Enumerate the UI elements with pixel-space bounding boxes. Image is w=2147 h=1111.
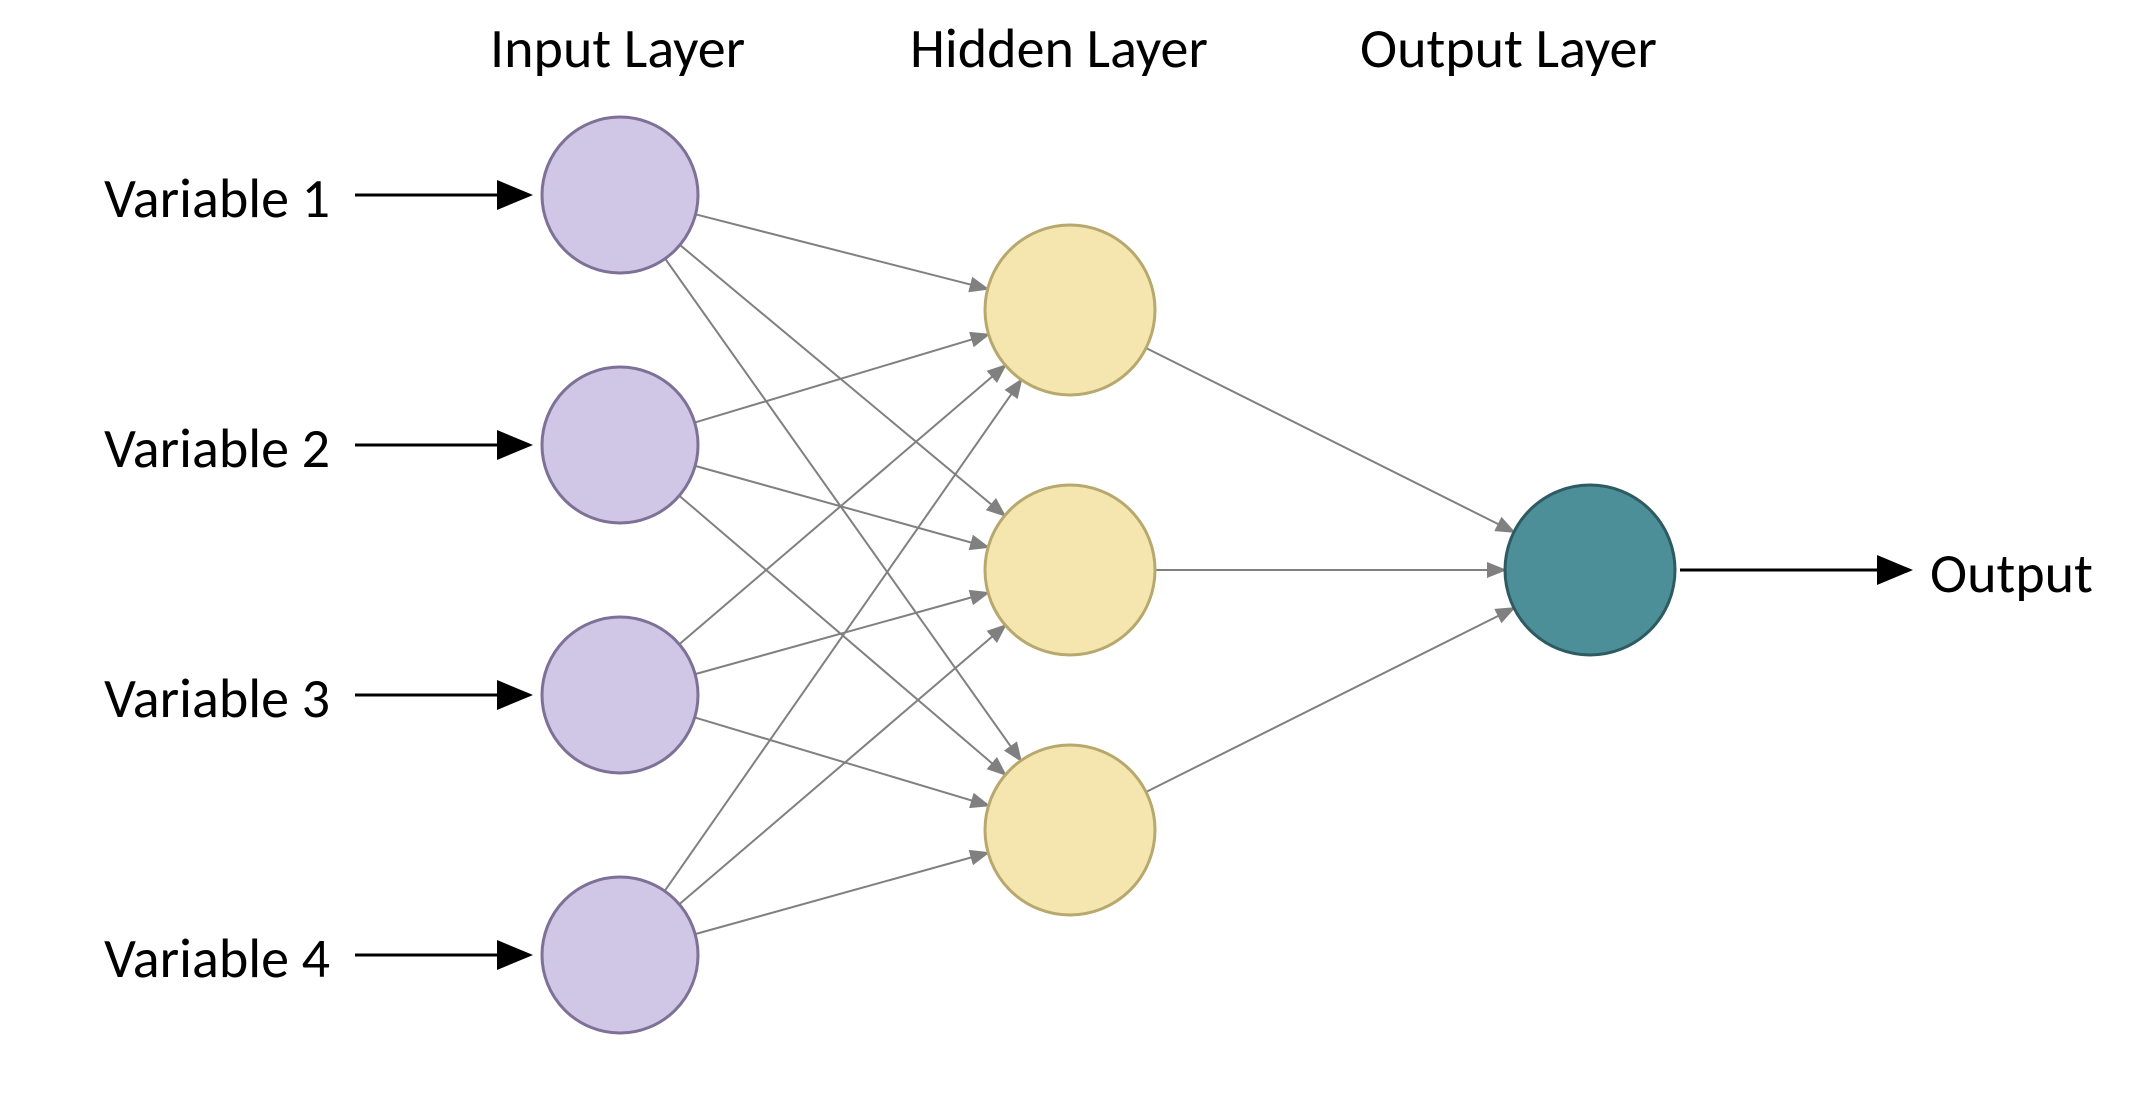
variable-3-label: Variable 3	[50, 665, 330, 733]
hidden-node-3	[985, 745, 1155, 915]
input-node-3	[542, 617, 698, 773]
variable-arrows	[355, 195, 530, 955]
output-label: Output	[1930, 540, 2093, 608]
input-layer-header: Input Layer	[490, 15, 745, 83]
output-layer-header: Output Layer	[1360, 15, 1657, 83]
hidden-node-1	[985, 225, 1155, 395]
input-node-2	[542, 367, 698, 523]
variable-4-label: Variable 4	[50, 925, 330, 993]
hidden-node-2	[985, 485, 1155, 655]
input-node-1	[542, 117, 698, 273]
network-nodes	[542, 117, 1675, 1033]
output-node	[1505, 485, 1675, 655]
variable-1-label: Variable 1	[50, 165, 330, 233]
hidden-layer-header: Hidden Layer	[910, 15, 1208, 83]
input-node-4	[542, 877, 698, 1033]
variable-2-label: Variable 2	[50, 415, 330, 483]
